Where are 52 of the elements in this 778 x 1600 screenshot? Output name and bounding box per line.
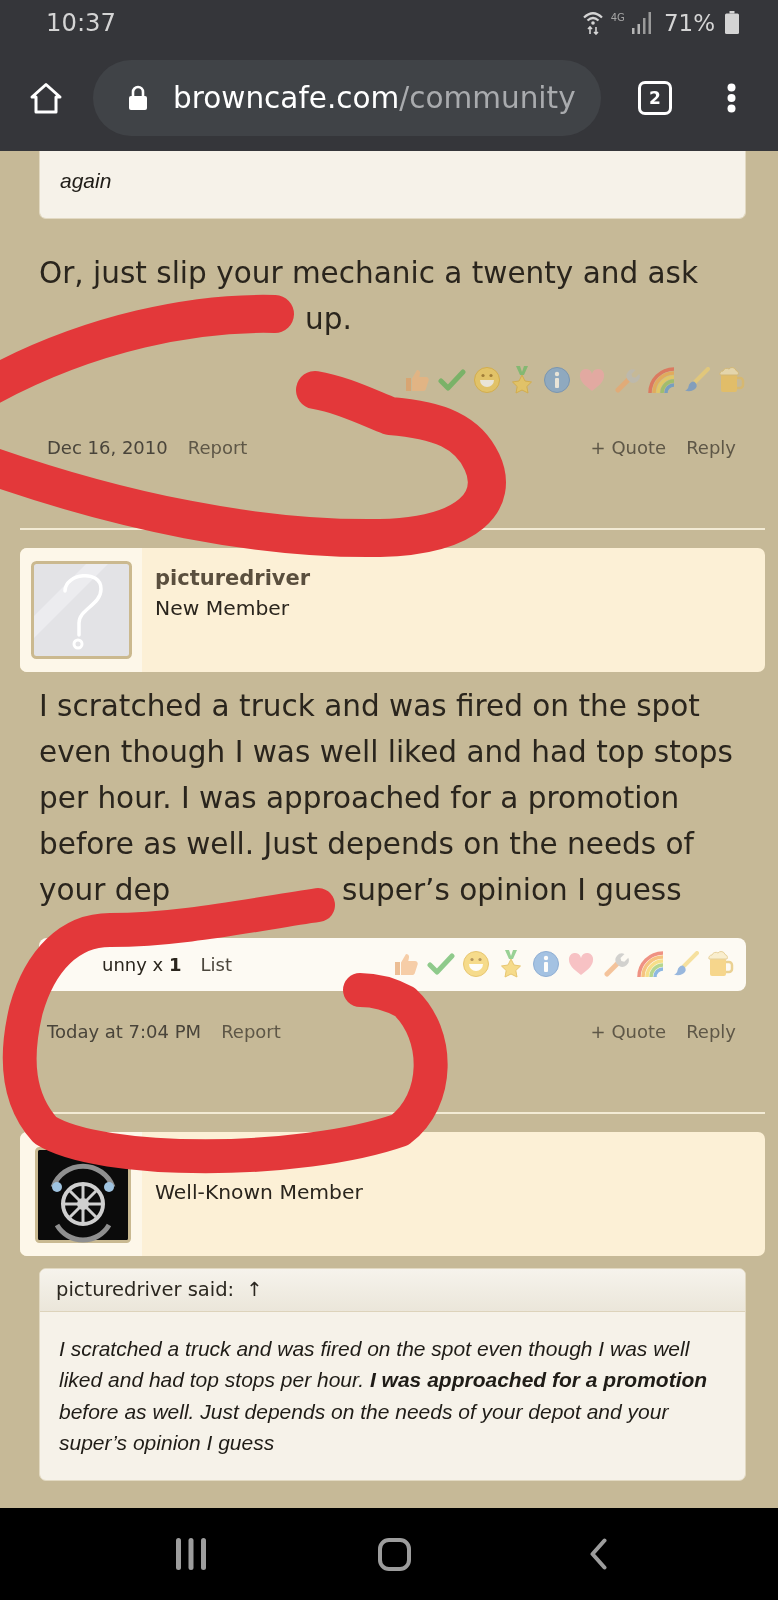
post-date[interactable]: Dec 16, 2010 — [47, 437, 168, 458]
quote-link[interactable]: + Quote — [590, 1021, 667, 1042]
heart-icon[interactable] — [578, 366, 606, 394]
battery-icon — [725, 11, 739, 34]
address-field[interactable]: browncafe.com/community — [93, 60, 601, 136]
check-icon[interactable] — [427, 950, 455, 978]
info-icon[interactable] — [543, 366, 571, 394]
home-icon[interactable] — [378, 1537, 411, 1571]
quote-link[interactable]: + Quote — [590, 437, 667, 458]
post-text: Or, just slip your mechanic a twenty and ask — [39, 254, 700, 292]
laughing-face-icon[interactable] — [462, 950, 490, 978]
home-icon[interactable] — [29, 81, 63, 115]
user-title: Well-Known Member — [155, 1178, 363, 1206]
check-icon[interactable] — [438, 366, 466, 394]
reaction-summary-link[interactable]: unny x 1 — [102, 953, 182, 975]
clock: 10:37 — [46, 8, 117, 37]
beer-mug-icon[interactable] — [707, 950, 735, 978]
quote-text: I scratched a truck and was fired on the spot even though I was well liked and had top stops per hour. I was approached for a promotion before as well. Just depends on the needs of your depot and your super’s opinion I guess — [58, 1335, 709, 1456]
rainbow-icon[interactable] — [648, 366, 676, 394]
username[interactable]: picturedriver — [155, 562, 311, 593]
paintbrush-icon[interactable] — [683, 366, 711, 394]
post-text: up. — [305, 300, 352, 338]
beer-mug-icon[interactable] — [718, 366, 746, 394]
jump-to-post-link[interactable]: ↑ — [246, 1278, 263, 1301]
laughing-face-icon[interactable] — [473, 366, 501, 394]
report-link[interactable]: Report — [187, 437, 248, 458]
recent-apps-icon[interactable] — [176, 1538, 206, 1570]
more-options-icon[interactable] — [727, 83, 736, 113]
reactions-list-link[interactable]: List — [200, 953, 232, 975]
wrench-icon[interactable] — [602, 950, 630, 978]
lock-icon — [128, 85, 148, 111]
report-link[interactable]: Report — [221, 1021, 281, 1042]
signal-icon — [630, 11, 651, 34]
wifi-icon — [582, 10, 603, 35]
quote-attribution: picturedriver said: — [56, 1278, 235, 1301]
post-text: your dep — [39, 871, 171, 909]
post-text: super’s opinion I guess — [342, 871, 682, 909]
rainbow-icon[interactable] — [637, 950, 665, 978]
quote-text: again — [59, 168, 113, 194]
reply-link[interactable]: Reply — [686, 1021, 736, 1042]
paintbrush-icon[interactable] — [672, 950, 700, 978]
wrench-icon[interactable] — [613, 366, 641, 394]
info-icon[interactable] — [532, 950, 560, 978]
question-mark-avatar-icon — [31, 560, 132, 659]
network-label: 4G — [610, 12, 625, 24]
user-title: New Member — [155, 594, 290, 622]
tab-switcher-button[interactable]: 2 — [638, 81, 672, 115]
post-date[interactable]: Today at 7:04 PM — [47, 1021, 202, 1042]
back-icon[interactable] — [590, 1538, 607, 1570]
reply-link[interactable]: Reply — [686, 437, 736, 458]
battery-percent: 71% — [663, 8, 715, 37]
heart-icon[interactable] — [567, 950, 595, 978]
